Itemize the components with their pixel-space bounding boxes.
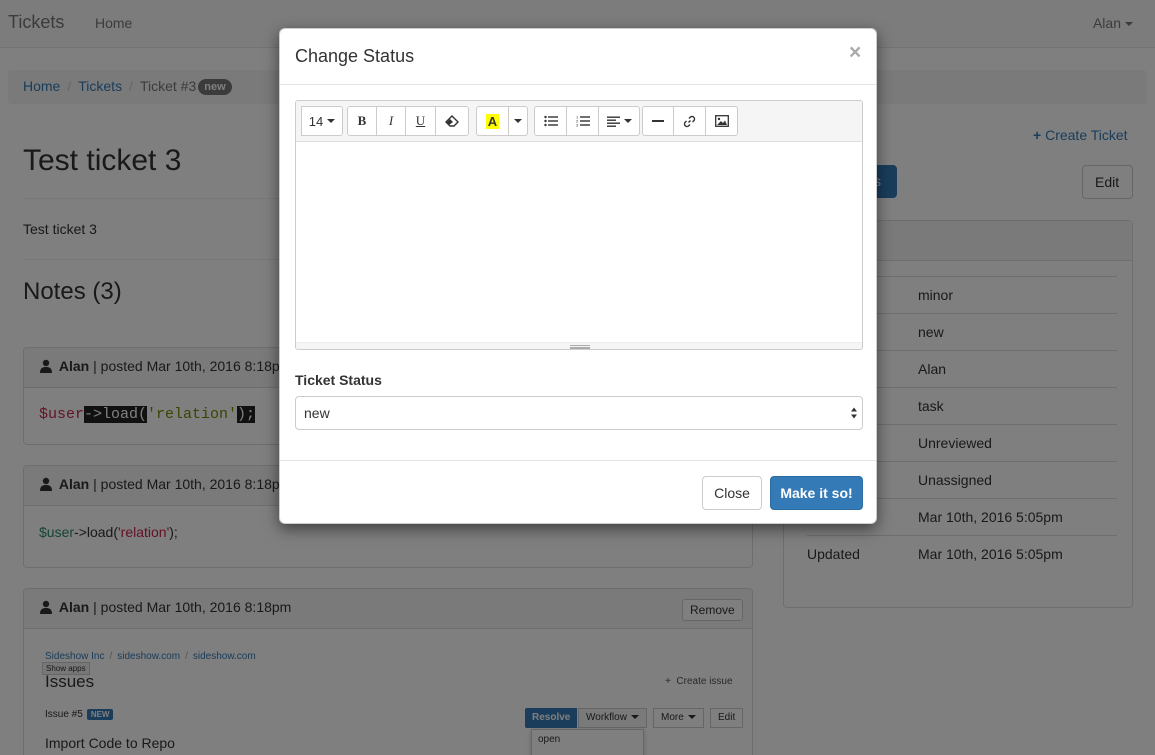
grip-icon bbox=[570, 345, 590, 349]
text-color-button[interactable]: A bbox=[476, 106, 509, 136]
numbered-list-icon: 123 bbox=[576, 115, 590, 127]
image-icon bbox=[714, 115, 729, 127]
editor-content-area[interactable] bbox=[296, 142, 862, 342]
editor-resize-handle[interactable] bbox=[296, 342, 862, 349]
chevron-down-icon bbox=[327, 119, 336, 123]
chevron-down-icon bbox=[514, 119, 522, 123]
ordered-list-button[interactable]: 123 bbox=[566, 106, 599, 136]
modal-footer: Close Make it so! bbox=[280, 460, 876, 523]
image-button[interactable] bbox=[705, 106, 738, 136]
modal-header: Change Status × bbox=[280, 29, 876, 85]
paragraph-group: 123 bbox=[534, 106, 640, 136]
horizontal-rule-button[interactable] bbox=[642, 106, 674, 136]
eraser-button[interactable] bbox=[435, 106, 469, 136]
color-dropdown[interactable] bbox=[508, 106, 528, 136]
make-it-so-button[interactable]: Make it so! bbox=[770, 476, 863, 510]
font-size-dropdown[interactable]: 14 bbox=[301, 106, 343, 136]
rich-text-editor: 14 B I U A 123 bbox=[295, 100, 863, 350]
bullet-list-icon bbox=[543, 115, 558, 127]
underline-button[interactable]: U bbox=[405, 106, 436, 136]
text-style-group: B I U bbox=[347, 106, 469, 136]
italic-button[interactable]: I bbox=[376, 106, 406, 136]
ticket-status-label: Ticket Status bbox=[295, 372, 382, 388]
svg-text:3: 3 bbox=[576, 123, 579, 128]
editor-toolbar: 14 B I U A 123 bbox=[296, 101, 862, 142]
font-size-value: 14 bbox=[308, 113, 324, 129]
color-group: A bbox=[476, 106, 528, 136]
close-icon[interactable]: × bbox=[849, 42, 861, 63]
change-status-modal: Change Status × 14 B I U A 1 2 3 Ticket … bbox=[279, 28, 877, 524]
link-icon bbox=[683, 115, 696, 127]
bold-button[interactable]: B bbox=[347, 106, 377, 136]
unordered-list-button[interactable] bbox=[534, 106, 567, 136]
eraser-icon bbox=[445, 115, 459, 127]
chevron-down-icon bbox=[623, 119, 632, 123]
close-button[interactable]: Close bbox=[702, 476, 762, 510]
ticket-status-value: new bbox=[304, 405, 330, 421]
align-left-icon bbox=[606, 116, 620, 127]
insert-group bbox=[642, 106, 738, 136]
font-size-group: 14 bbox=[301, 106, 343, 136]
ticket-status-select[interactable]: new bbox=[295, 396, 863, 430]
align-dropdown[interactable] bbox=[598, 106, 640, 136]
select-arrows-icon bbox=[851, 407, 857, 419]
modal-title: Change Status bbox=[295, 46, 415, 66]
horizontal-rule-icon bbox=[652, 120, 664, 122]
highlight-a-icon: A bbox=[485, 113, 500, 129]
link-button[interactable] bbox=[673, 106, 706, 136]
